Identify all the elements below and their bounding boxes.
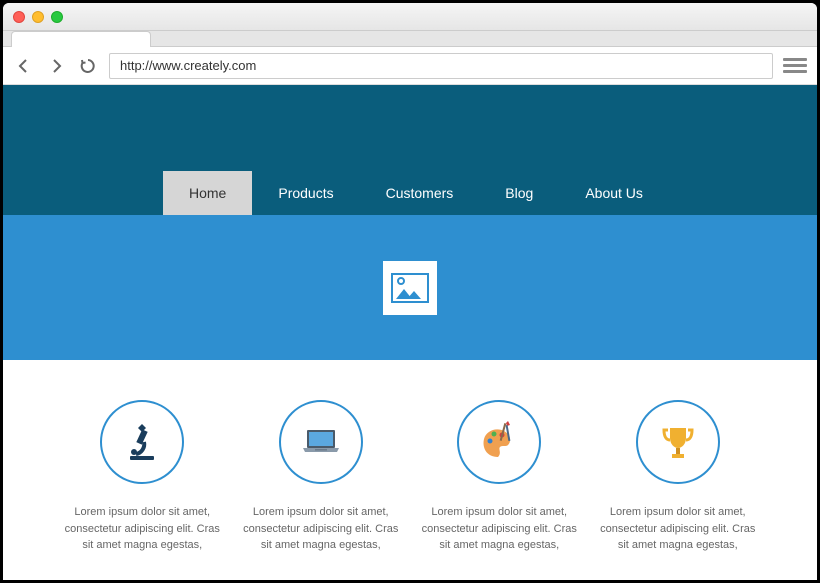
nav-about[interactable]: About Us	[559, 171, 669, 215]
toolbar	[3, 47, 817, 85]
main-nav: Home Products Customers Blog About Us	[163, 171, 669, 215]
tab-strip	[3, 31, 817, 47]
laptop-icon	[279, 400, 363, 484]
site-header: Home Products Customers Blog About Us	[3, 85, 817, 215]
feature-text: Lorem ipsum dolor sit amet, consectetur …	[599, 504, 758, 554]
feature-item: Lorem ipsum dolor sit amet, consectetur …	[599, 400, 758, 554]
menu-button[interactable]	[783, 54, 807, 78]
palette-icon	[457, 400, 541, 484]
close-window-button[interactable]	[13, 11, 25, 23]
maximize-window-button[interactable]	[51, 11, 63, 23]
browser-window: Home Products Customers Blog About Us	[0, 0, 820, 583]
features-section: Lorem ipsum dolor sit amet, consectetur …	[3, 360, 817, 580]
microscope-icon	[100, 400, 184, 484]
nav-blog[interactable]: Blog	[479, 171, 559, 215]
feature-text: Lorem ipsum dolor sit amet, consectetur …	[420, 504, 579, 554]
feature-item: Lorem ipsum dolor sit amet, consectetur …	[420, 400, 579, 554]
browser-chrome: Home Products Customers Blog About Us	[3, 3, 817, 580]
page-viewport: Home Products Customers Blog About Us	[3, 85, 817, 580]
hero-image-placeholder	[383, 261, 437, 315]
feature-item: Lorem ipsum dolor sit amet, consectetur …	[63, 400, 222, 554]
feature-text: Lorem ipsum dolor sit amet, consectetur …	[242, 504, 401, 554]
back-button[interactable]	[13, 55, 35, 77]
nav-customers[interactable]: Customers	[360, 171, 480, 215]
nav-products[interactable]: Products	[252, 171, 359, 215]
minimize-window-button[interactable]	[32, 11, 44, 23]
hero-section	[3, 215, 817, 360]
trophy-icon	[636, 400, 720, 484]
forward-button[interactable]	[45, 55, 67, 77]
feature-text: Lorem ipsum dolor sit amet, consectetur …	[63, 504, 222, 554]
reload-button[interactable]	[77, 55, 99, 77]
titlebar	[3, 3, 817, 31]
features-row: Lorem ipsum dolor sit amet, consectetur …	[63, 400, 757, 554]
nav-home[interactable]: Home	[163, 171, 252, 215]
browser-tab[interactable]	[11, 31, 151, 47]
image-placeholder-icon	[391, 273, 429, 303]
window-controls	[13, 11, 63, 23]
feature-item: Lorem ipsum dolor sit amet, consectetur …	[242, 400, 401, 554]
address-bar[interactable]	[109, 53, 773, 79]
